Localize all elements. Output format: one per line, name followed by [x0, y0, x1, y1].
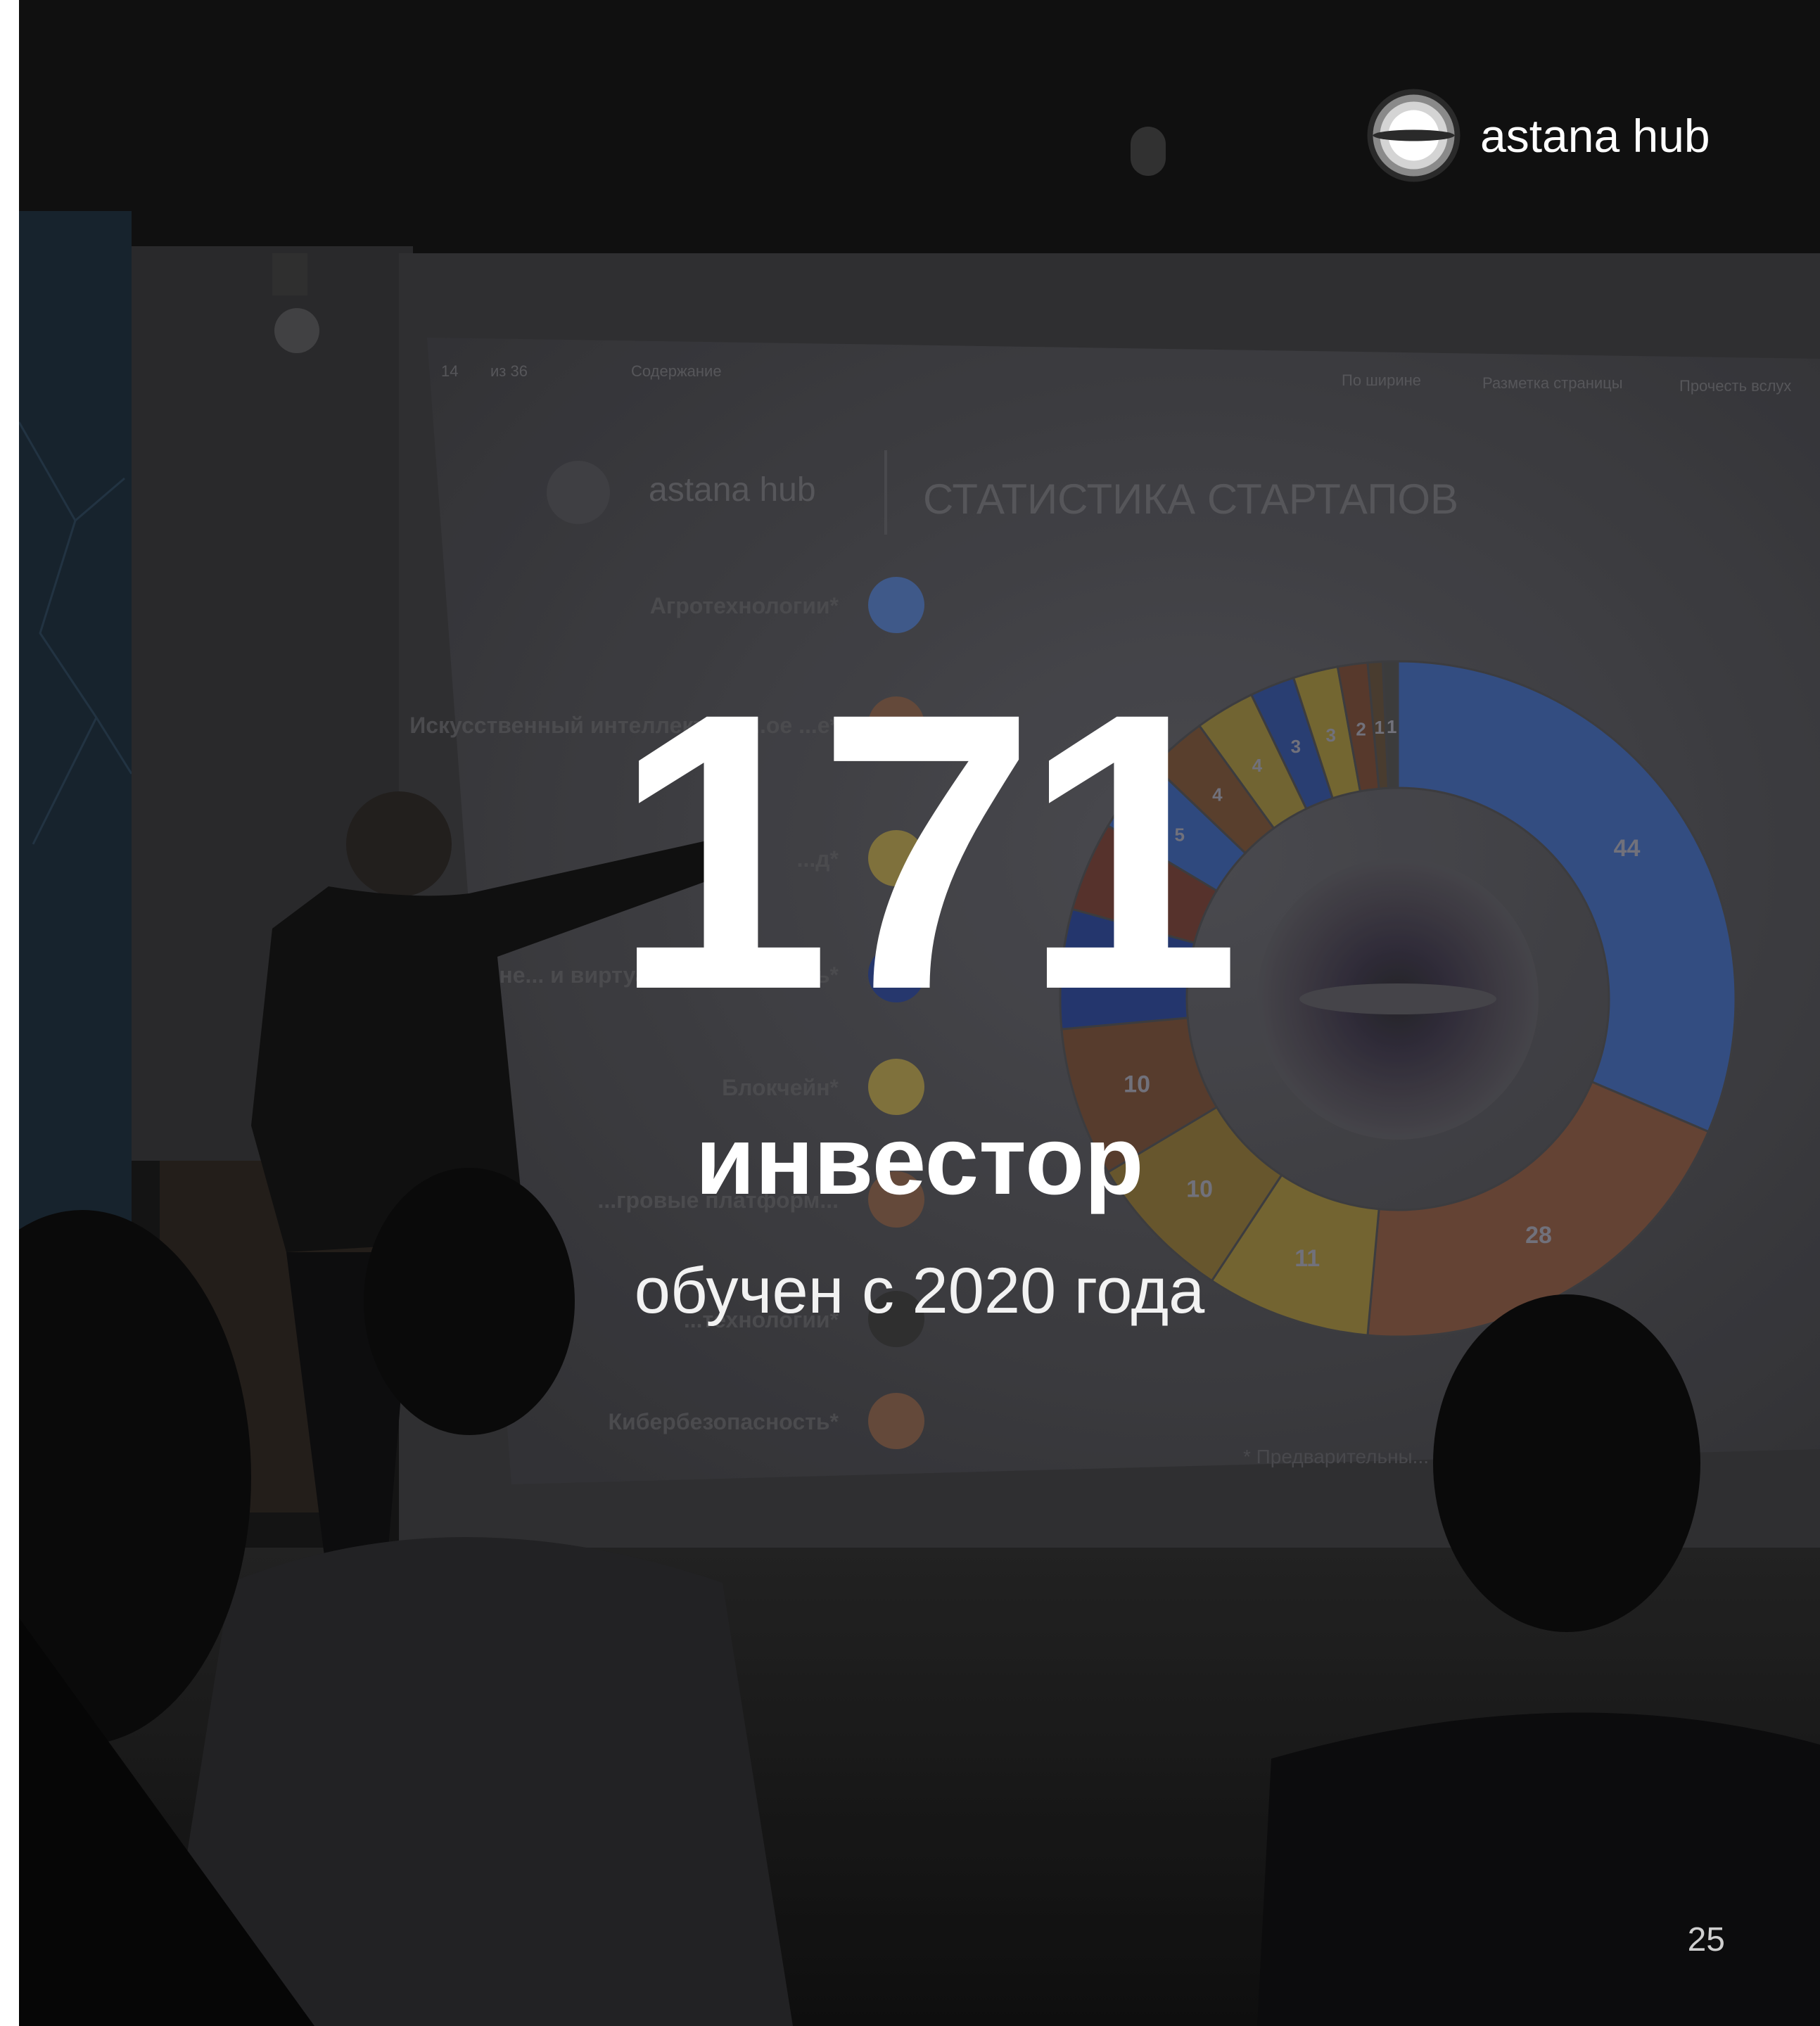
astana-hub-logo-icon	[1367, 89, 1461, 182]
brand-header: astana hub	[1366, 88, 1739, 183]
page-number: 25	[1687, 1921, 1725, 1958]
stat-number: 171	[611, 631, 1241, 1071]
slide-page: 14 из 36 Содержание По ширине Разметка с…	[19, 0, 1820, 2026]
stat-subtitle: обучен с 2020 года	[634, 1255, 1205, 1327]
brand-name: astana hub	[1480, 110, 1710, 162]
stat-label: инвестор	[695, 1107, 1144, 1215]
